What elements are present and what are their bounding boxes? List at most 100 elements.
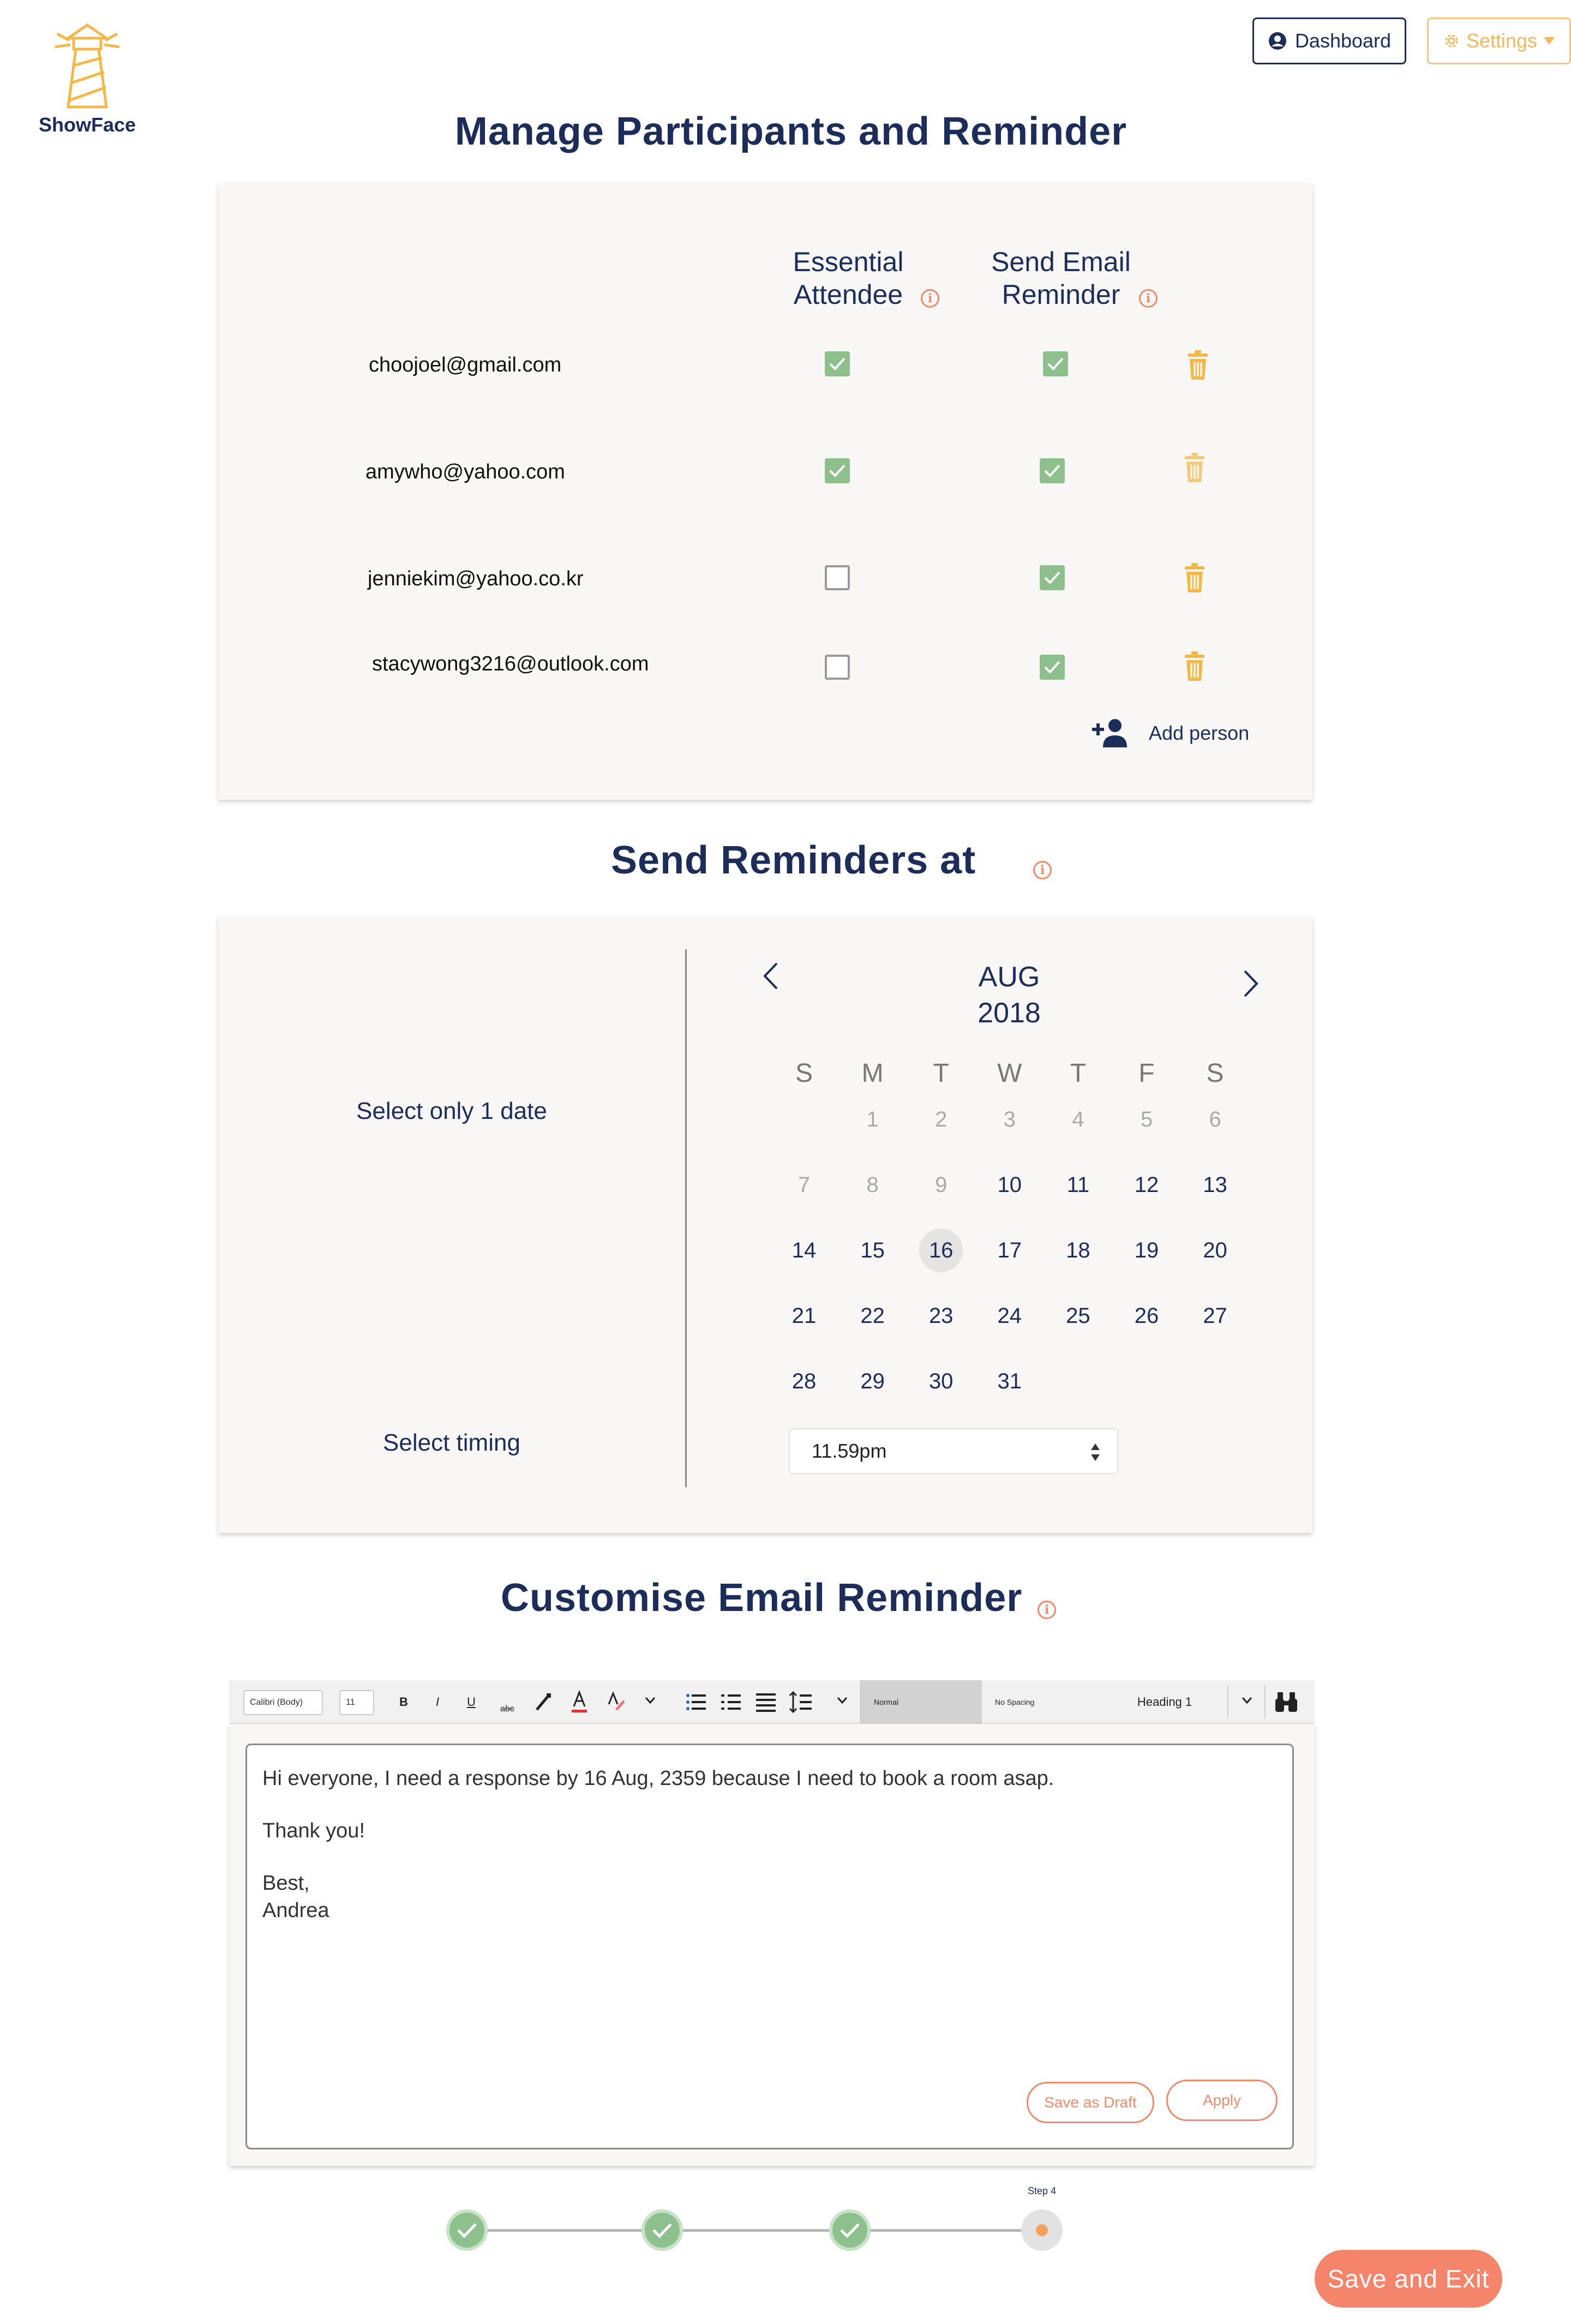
select-timing-label: Select timing: [383, 1429, 520, 1456]
calendar-day[interactable]: 31: [988, 1359, 1032, 1403]
calendar-day[interactable]: 12: [1125, 1163, 1168, 1207]
format-painter-icon[interactable]: [532, 1691, 554, 1713]
calendar-day[interactable]: 26: [1125, 1294, 1168, 1338]
font-color-icon[interactable]: [569, 1690, 589, 1714]
dashboard-button[interactable]: Dashboard: [1252, 17, 1406, 64]
email-body-line: Andrea: [262, 1899, 329, 1922]
chevron-down-icon[interactable]: [645, 1697, 656, 1704]
trash-icon[interactable]: [1184, 651, 1206, 682]
current-step-label: Step 4: [1027, 2185, 1057, 2196]
calendar-month: AUG: [978, 961, 1040, 993]
step-3-complete[interactable]: [829, 2209, 871, 2251]
reminder-checkbox[interactable]: [1043, 351, 1068, 376]
chevron-down-icon[interactable]: [837, 1697, 848, 1704]
lighthouse-icon: [55, 23, 120, 109]
bold-button[interactable]: B: [393, 1680, 415, 1724]
weekday-label: M: [861, 1059, 884, 1088]
step-1-complete[interactable]: [446, 2209, 488, 2251]
style-normal[interactable]: Normal: [860, 1680, 982, 1724]
font-name-select[interactable]: Calibri (Body): [243, 1690, 323, 1715]
check-icon: [652, 2223, 672, 2238]
calendar-day[interactable]: 29: [851, 1359, 895, 1403]
calendar-day[interactable]: 13: [1194, 1163, 1237, 1207]
calendar-day: [782, 1098, 826, 1141]
numbered-list-icon[interactable]: [720, 1691, 742, 1713]
calendar-day: 8: [866, 1173, 879, 1197]
gear-icon: [1445, 34, 1458, 47]
weekday-label: F: [1138, 1059, 1155, 1088]
calendar-day: 9: [935, 1173, 948, 1197]
underline-button[interactable]: U: [460, 1680, 482, 1724]
trash-icon[interactable]: [1184, 563, 1206, 594]
reminder-checkbox[interactable]: [1040, 458, 1065, 483]
apply-button[interactable]: Apply: [1166, 2080, 1278, 2121]
calendar-day: 1: [866, 1107, 879, 1131]
info-icon[interactable]: i: [1139, 289, 1158, 308]
essential-checkbox[interactable]: [825, 351, 850, 376]
check-icon: [1047, 357, 1064, 370]
save-exit-button[interactable]: Save and Exit: [1315, 2250, 1502, 2308]
align-justify-icon[interactable]: [755, 1691, 777, 1713]
essential-attendee-header: Essential Attendee: [764, 245, 933, 311]
select-arrows-icon: [1091, 1443, 1100, 1461]
info-icon[interactable]: i: [1038, 1601, 1056, 1619]
timing-select[interactable]: 11.59pm: [789, 1428, 1118, 1474]
calendar-day: [1125, 1359, 1168, 1403]
current-step-dot: [1036, 2224, 1048, 2236]
check-icon: [1044, 661, 1060, 674]
save-draft-button[interactable]: Save as Draft: [1027, 2082, 1154, 2123]
calendar-day[interactable]: 18: [1056, 1229, 1100, 1272]
reminder-checkbox[interactable]: [1040, 655, 1065, 680]
settings-label: Settings: [1466, 29, 1538, 52]
calendar-day[interactable]: 27: [1194, 1294, 1237, 1338]
essential-checkbox[interactable]: [825, 565, 850, 590]
strikethrough-button[interactable]: abc: [491, 1680, 524, 1724]
style-heading-1[interactable]: Heading 1: [1102, 1680, 1227, 1724]
step-2-complete[interactable]: [641, 2209, 683, 2251]
essential-checkbox[interactable]: [825, 655, 850, 680]
participant-email: amywho@yahoo.com: [365, 460, 565, 483]
chevron-down-icon[interactable]: [1242, 1697, 1252, 1704]
style-no-spacing[interactable]: No Spacing: [982, 1680, 1102, 1724]
calendar-day[interactable]: 24: [988, 1294, 1032, 1338]
calendar-week: 28 29 30 31: [782, 1359, 1237, 1425]
italic-button[interactable]: I: [427, 1680, 448, 1724]
essential-header-line1: Essential: [793, 247, 904, 277]
calendar-day[interactable]: 28: [782, 1359, 826, 1403]
calendar-day[interactable]: 15: [851, 1229, 895, 1272]
reminder-checkbox[interactable]: [1040, 565, 1065, 590]
info-icon[interactable]: i: [921, 289, 939, 308]
trash-icon[interactable]: [1184, 453, 1206, 483]
participant-email: stacywong3216@outlook.com: [372, 652, 649, 675]
calendar-day[interactable]: 10: [988, 1163, 1032, 1207]
highlight-icon[interactable]: [605, 1690, 627, 1714]
calendar-day[interactable]: 21: [782, 1294, 826, 1338]
chevron-left-icon[interactable]: [761, 961, 780, 991]
calendar-week: 21 22 23 24 25 26 27: [782, 1294, 1237, 1359]
calendar-day[interactable]: 11: [1056, 1163, 1100, 1207]
line-spacing-icon[interactable]: [789, 1690, 813, 1714]
find-binoculars-icon[interactable]: [1274, 1690, 1298, 1714]
settings-dropdown-button[interactable]: Settings: [1427, 17, 1571, 64]
essential-checkbox[interactable]: [825, 458, 850, 483]
calendar-day[interactable]: 30: [919, 1359, 963, 1403]
trash-icon[interactable]: [1187, 350, 1209, 381]
add-person-button[interactable]: Add person: [1091, 718, 1249, 748]
add-user-icon: [1092, 719, 1127, 747]
chevron-right-icon[interactable]: [1242, 969, 1260, 998]
calendar-day[interactable]: 14: [782, 1229, 826, 1272]
bullet-list-icon[interactable]: [685, 1691, 707, 1713]
check-icon: [457, 2223, 477, 2238]
calendar-day[interactable]: 25: [1056, 1294, 1100, 1338]
calendar-day[interactable]: 20: [1194, 1229, 1237, 1272]
calendar-day-selected[interactable]: 16: [919, 1229, 963, 1272]
toolbar-divider: [1264, 1686, 1266, 1718]
font-size-select[interactable]: 11: [339, 1690, 374, 1715]
calendar-day[interactable]: 22: [851, 1294, 895, 1338]
info-icon[interactable]: i: [1033, 861, 1052, 879]
calendar-day[interactable]: 17: [988, 1229, 1032, 1272]
calendar-day[interactable]: 19: [1125, 1229, 1168, 1272]
calendar-day[interactable]: 23: [919, 1294, 963, 1338]
step-4-current[interactable]: [1021, 2209, 1063, 2251]
select-date-label: Select only 1 date: [356, 1098, 547, 1124]
